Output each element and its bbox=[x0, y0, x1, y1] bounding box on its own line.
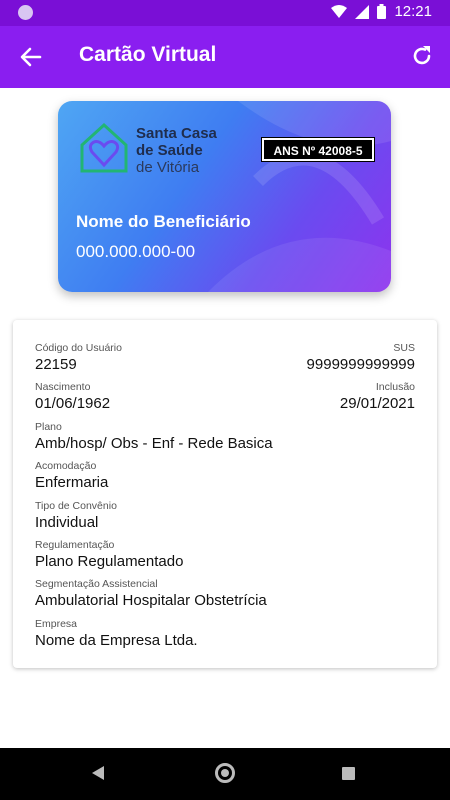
regulation-value: Plano Regulamentado bbox=[35, 553, 184, 570]
user-code-row: Código do Usuário 22159 SUS 999999999999… bbox=[35, 342, 415, 373]
plan-row: Plano Amb/hosp/ Obs - Enf - Rede Basica bbox=[35, 421, 415, 452]
page-title: Cartão Virtual bbox=[79, 43, 217, 66]
inclusion-value: 29/01/2021 bbox=[339, 395, 415, 412]
dates-row: Nascimento 01/06/1962 Inclusão 29/01/202… bbox=[35, 381, 415, 412]
brand-logo-icon bbox=[80, 122, 128, 173]
regulation-row: Regulamentação Plano Regulamentado bbox=[35, 539, 415, 570]
nav-home-icon[interactable] bbox=[215, 763, 235, 783]
app-bar: Cartão Virtual bbox=[0, 26, 450, 88]
sus-label: SUS bbox=[393, 342, 415, 354]
accommodation-value: Enfermaria bbox=[35, 474, 109, 491]
status-bar: 12:21 bbox=[0, 0, 450, 26]
back-arrow-icon[interactable] bbox=[18, 44, 44, 70]
birth-label: Nascimento bbox=[35, 381, 91, 393]
company-label: Empresa bbox=[35, 618, 78, 630]
user-code-value: 22159 bbox=[35, 356, 77, 373]
signal-icon bbox=[355, 4, 370, 19]
plan-label: Plano bbox=[35, 421, 62, 433]
company-row: Empresa Nome da Empresa Ltda. bbox=[35, 618, 415, 649]
beneficiary-name: Nome do Beneficiário bbox=[76, 212, 251, 231]
accommodation-label: Acomodação bbox=[35, 460, 97, 472]
system-nav-bar bbox=[0, 748, 450, 800]
brand-name: Santa Casa de Saúde de Vitória bbox=[136, 125, 217, 176]
status-time: 12:21 bbox=[394, 3, 432, 20]
user-code-label: Código do Usuário bbox=[35, 342, 122, 354]
refresh-icon[interactable] bbox=[410, 44, 434, 68]
agreement-type-row: Tipo de Convênio Individual bbox=[35, 500, 415, 531]
virtual-card: Santa Casa de Saúde de Vitória ANS Nº 42… bbox=[58, 101, 391, 292]
battery-icon bbox=[377, 4, 387, 19]
beneficiary-document: 000.000.000-00 bbox=[76, 242, 196, 261]
plan-value: Amb/hosp/ Obs - Enf - Rede Basica bbox=[35, 435, 273, 452]
segmentation-value: Ambulatorial Hospitalar Obstetrícia bbox=[35, 592, 267, 609]
card-details-panel: Código do Usuário 22159 SUS 999999999999… bbox=[13, 320, 437, 668]
company-value: Nome da Empresa Ltda. bbox=[35, 632, 198, 649]
notification-icon bbox=[18, 5, 33, 20]
birth-value: 01/06/1962 bbox=[35, 395, 111, 412]
agreement-type-value: Individual bbox=[35, 514, 99, 531]
nav-recent-icon[interactable] bbox=[342, 767, 355, 780]
accommodation-row: Acomodação Enfermaria bbox=[35, 460, 415, 491]
segmentation-row: Segmentação Assistencial Ambulatorial Ho… bbox=[35, 578, 415, 609]
segmentation-label: Segmentação Assistencial bbox=[35, 578, 158, 590]
nav-back-icon[interactable] bbox=[92, 766, 104, 780]
inclusion-label: Inclusão bbox=[375, 381, 415, 393]
ans-badge: ANS Nº 42008-5 bbox=[261, 137, 375, 162]
regulation-label: Regulamentação bbox=[35, 539, 115, 551]
agreement-type-label: Tipo de Convênio bbox=[35, 500, 117, 512]
sus-value: 9999999999999 bbox=[306, 356, 415, 373]
wifi-icon bbox=[331, 4, 348, 18]
